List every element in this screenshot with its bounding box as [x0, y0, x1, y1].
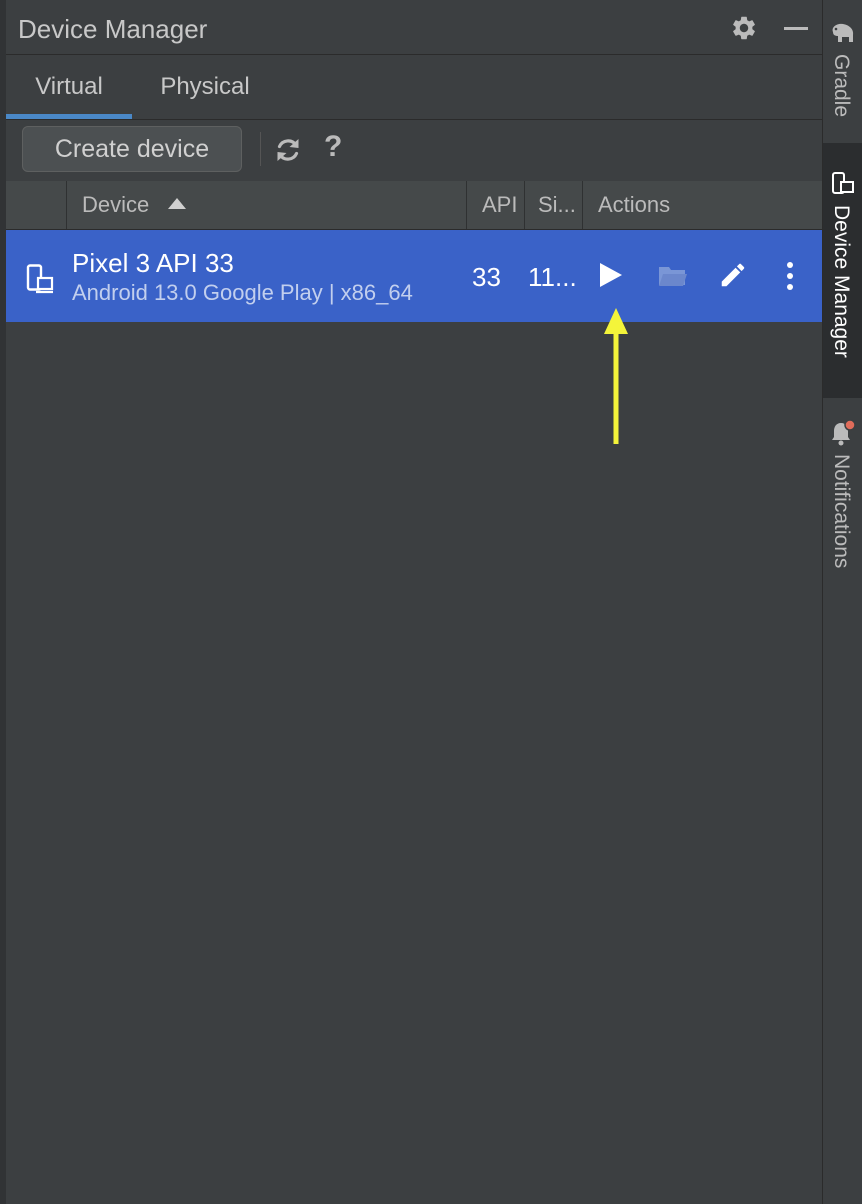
title-bar: Device Manager [6, 0, 822, 55]
bell-icon [832, 419, 856, 446]
refresh-icon[interactable] [272, 134, 304, 166]
create-device-button[interactable]: Create device [22, 126, 242, 172]
more-dot [787, 284, 793, 290]
device-manager-panel: Device Manager Virtual Physical Create d… [6, 0, 823, 1204]
play-icon[interactable] [600, 263, 622, 287]
column-header-api[interactable]: API [482, 181, 517, 229]
tool-window-gradle[interactable]: Gradle [823, 0, 862, 128]
more-vert-icon[interactable] [786, 262, 794, 290]
tool-label-device-manager: Device Manager [830, 205, 853, 358]
toolbar-separator [260, 132, 261, 166]
column-header-size[interactable]: Si... [538, 181, 576, 229]
tab-physical-label: Physical [160, 73, 250, 100]
more-dot [787, 273, 793, 279]
toolbar: Create device ? [6, 120, 822, 180]
annotation-arrow [604, 308, 628, 444]
folder-icon[interactable] [658, 264, 688, 288]
device-subtitle: Android 13.0 Google Play | x86_64 [72, 280, 413, 305]
column-header-actions[interactable]: Actions [598, 181, 670, 229]
minimize-icon[interactable] [784, 27, 808, 30]
sort-ascending-icon [168, 198, 186, 209]
gear-icon[interactable] [730, 14, 758, 42]
column-separator [582, 181, 583, 229]
pencil-icon[interactable] [718, 260, 748, 290]
tool-label-notifications: Notifications [830, 454, 853, 569]
tool-label-gradle: Gradle [830, 54, 853, 118]
tab-bar: Virtual Physical [6, 55, 822, 120]
tab-physical[interactable]: Physical [140, 55, 270, 119]
tab-virtual-label: Virtual [35, 73, 103, 100]
table-row[interactable]: Pixel 3 API 33 Android 13.0 Google Play … [6, 230, 822, 322]
column-separator [66, 181, 67, 229]
tool-window-device-manager[interactable]: Device Manager [823, 143, 862, 398]
device-icon [26, 264, 54, 294]
column-header-device[interactable]: Device [82, 181, 149, 229]
elephant-icon [832, 23, 854, 42]
right-tool-strip: Gradle Device Manager Notifications [823, 0, 862, 1204]
device-size: 11... [528, 262, 577, 292]
panel-title: Device Manager [18, 14, 208, 44]
more-dot [787, 262, 793, 268]
tool-window-notifications[interactable]: Notifications [823, 412, 862, 602]
help-icon[interactable]: ? [324, 130, 342, 164]
device-name: Pixel 3 API 33 [72, 248, 234, 278]
column-separator [524, 181, 525, 229]
table-header: Device API Si... Actions [6, 181, 822, 230]
tab-virtual[interactable]: Virtual [6, 55, 132, 119]
device-manager-icon [832, 172, 854, 194]
column-separator [466, 181, 467, 229]
device-api-level: 33 [472, 262, 501, 292]
